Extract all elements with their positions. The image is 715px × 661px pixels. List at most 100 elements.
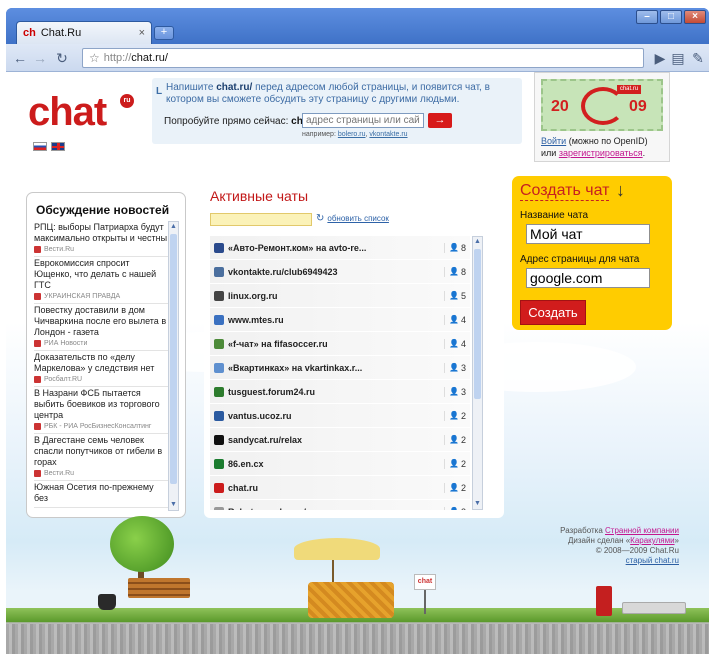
register-link[interactable]: зарегистрироваться [559, 148, 643, 158]
minimize-button[interactable]: – [636, 10, 658, 24]
example-link-bolero[interactable]: bolero.ru [338, 131, 366, 138]
chat-name[interactable]: «Авто-Ремонт.ком» на avto-re... [228, 243, 444, 253]
chat-row[interactable]: vantus.ucoz.ru 👤 2 [210, 404, 470, 428]
umbrella-decoration [294, 538, 380, 560]
login-prompt: Войти (можно по OpenID) или зарегистриро… [541, 135, 669, 159]
chat-name-field[interactable]: Мой чат [526, 224, 650, 244]
news-item[interactable]: В Назрани ФСБ пытается выбить боевиков и… [34, 387, 168, 434]
news-item[interactable]: Доказательств по «делу Маркелова» у след… [34, 351, 168, 387]
forward-arrow-icon[interactable]: → [32, 50, 48, 66]
news-item-title[interactable]: РПЦ: выборы Патриарха будут максимально … [34, 222, 168, 244]
chat-url-field[interactable]: google.com [526, 268, 650, 288]
refresh-list-link[interactable]: ↻ обновить список [316, 213, 389, 224]
chat-user-count: 👤 3 [444, 386, 470, 397]
chat-user-count: 👤 3 [444, 362, 470, 373]
news-item[interactable]: Южная Осетия по-прежнему без [34, 481, 168, 508]
chat-name[interactable]: linux.org.ru [228, 291, 444, 301]
chat-row[interactable]: vkontakte.ru/club6949423 👤 8 [210, 260, 470, 284]
chat-name[interactable]: chat.ru [228, 483, 444, 493]
address-bar[interactable]: ☆ http://chat.ru/ [82, 48, 644, 68]
intro-bullet: L [156, 86, 163, 97]
chat-name[interactable]: «f-чат» на fifasoccer.ru [228, 339, 444, 349]
news-source-name: РИА Новости [44, 340, 88, 347]
english-flag-icon[interactable] [51, 142, 65, 151]
new-year-stamp[interactable]: 20 chat.ru 09 [541, 79, 663, 131]
browser-tab[interactable]: ch Chat.Ru × [16, 21, 152, 44]
news-item-source: Вести.Ru [34, 470, 168, 477]
chat-row[interactable]: «f-чат» на fifasoccer.ru 👤 4 [210, 332, 470, 356]
chat-name[interactable]: 86.en.cx [228, 459, 444, 469]
chat-user-count: 👤2 [444, 482, 470, 493]
chat-row[interactable]: Rabota.yandex.ru/s...👤2 [210, 500, 470, 510]
news-item[interactable]: РПЦ: выборы Патриарха будут максимально … [34, 221, 168, 257]
create-chat-button[interactable]: Создать [520, 300, 586, 325]
footer-dev-link[interactable]: Странной компании [605, 526, 679, 535]
bookmark-star-icon[interactable]: ☆ [89, 51, 100, 65]
login-note: (можно по OpenID) [568, 136, 648, 146]
chat-row[interactable]: tusguest.forum24.ru 👤 3 [210, 380, 470, 404]
news-item-title[interactable]: В Назрани ФСБ пытается выбить боевиков и… [34, 388, 168, 421]
site-favicon-icon [214, 482, 224, 493]
create-chat-title[interactable]: Создать чат [520, 182, 610, 201]
reload-icon[interactable]: ↻ [54, 50, 70, 66]
chat-name[interactable]: sandycat.ru/relax [228, 435, 444, 445]
chat-row[interactable]: chat.ru 👤 2 [210, 476, 470, 500]
news-item[interactable]: Еврокомиссия спросит Ющенко, что делать … [34, 257, 168, 304]
chat-name[interactable]: vkontakte.ru/club6949423 [228, 267, 444, 277]
chat-name[interactable]: Rabota.yandex.ru/s... [228, 507, 444, 511]
chat-row[interactable]: www.mtes.ru 👤 4 [210, 308, 470, 332]
news-item-title[interactable]: Еврокомиссия спросит Ющенко, что делать … [34, 258, 168, 291]
news-item-title[interactable]: Доказательств по «делу Маркелова» у след… [34, 352, 168, 374]
page-menu-icon[interactable]: ▤ [670, 50, 686, 66]
chat-logo[interactable]: chat ru [28, 90, 134, 135]
chats-scrollbar[interactable]: ▲ ▼ [472, 236, 483, 510]
news-scrollbar[interactable]: ▲ ▼ [168, 221, 179, 511]
close-window-button[interactable]: × [684, 10, 706, 24]
chats-scroll-thumb[interactable] [474, 249, 481, 399]
old-chat-link[interactable]: старый chat.ru [626, 556, 679, 565]
news-item-title[interactable]: Южная Осетия по-прежнему без [34, 482, 168, 504]
back-arrow-icon[interactable]: ← [12, 50, 28, 66]
example-link-vkontakte[interactable]: vkontakte.ru [369, 131, 407, 138]
chat-user-count: 👤 8 [444, 242, 470, 253]
tree-decoration [110, 516, 174, 572]
user-icon: 👤 [449, 363, 459, 372]
go-icon[interactable]: ▶ [652, 50, 668, 66]
chat-name[interactable]: tusguest.forum24.ru [228, 387, 444, 397]
chat-row[interactable]: sandycat.ru/relax 👤 2 [210, 428, 470, 452]
wrench-icon[interactable]: ✎ [690, 50, 706, 66]
site-favicon-icon [214, 314, 224, 325]
chat-row[interactable]: «Вкартинках» на vkartinkax.r... 👤 3 [210, 356, 470, 380]
chat-user-count: 👤 8 [444, 266, 470, 277]
chat-name[interactable]: «Вкартинках» на vkartinkax.r... [228, 363, 444, 373]
news-item[interactable]: В Дагестане семь человек спасли попутчик… [34, 434, 168, 481]
chats-filter-input[interactable] [210, 213, 312, 226]
chat-row[interactable]: «Авто-Ремонт.ком» на avto-re... 👤 8 [210, 236, 470, 260]
footer-copyright: © 2008—2009 Chat.Ru [595, 546, 679, 555]
scroll-down-icon[interactable]: ▼ [169, 500, 178, 510]
try-url-input[interactable] [302, 113, 424, 128]
chat-row[interactable]: 86.en.cx 👤 2 [210, 452, 470, 476]
news-item-title[interactable]: Повестку доставили в дом Чичваркина посл… [34, 305, 168, 338]
close-tab-icon[interactable]: × [139, 27, 145, 39]
chat-row[interactable]: linux.org.ru 👤 5 [210, 284, 470, 308]
news-item-title[interactable]: В Дагестане семь человек спасли попутчик… [34, 435, 168, 468]
chat-name[interactable]: www.mtes.ru [228, 315, 444, 325]
scroll-up-icon[interactable]: ▲ [169, 222, 178, 232]
scroll-down-icon[interactable]: ▼ [473, 499, 482, 509]
try-go-button[interactable]: → [428, 113, 452, 128]
browser-toolbar: ← → ↻ ☆ http://chat.ru/ ▶ ▤ ✎ [6, 44, 709, 72]
login-link[interactable]: Войти [541, 136, 566, 146]
gravel-decoration [6, 624, 709, 654]
chat-user-count: 👤2 [444, 458, 470, 469]
maximize-button[interactable]: □ [660, 10, 682, 24]
chat-name[interactable]: vantus.ucoz.ru [228, 411, 444, 421]
user-count-value: 2 [460, 434, 466, 445]
new-tab-button[interactable]: + [154, 26, 174, 40]
news-scroll-thumb[interactable] [170, 234, 177, 484]
russian-flag-icon[interactable] [33, 142, 47, 151]
scroll-up-icon[interactable]: ▲ [473, 237, 482, 247]
footer-design-link[interactable]: Каракулями [630, 536, 674, 545]
news-item[interactable]: Повестку доставили в дом Чичваркина посл… [34, 304, 168, 351]
news-item-source: УКРАИНСКАЯ ПРАВДА [34, 293, 168, 300]
